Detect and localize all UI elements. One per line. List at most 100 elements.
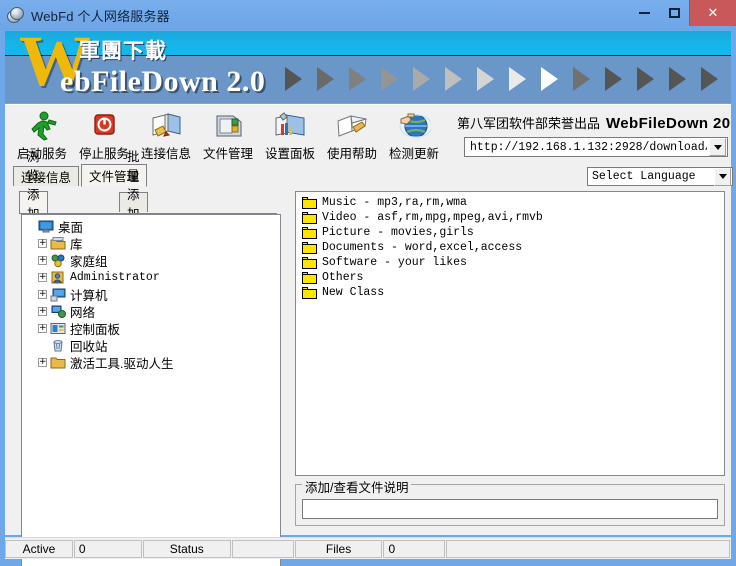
status-cell-4 — [231, 539, 294, 558]
status-cell-2: 0 — [73, 539, 142, 558]
banner-arrow — [541, 67, 558, 91]
list-item-label: Software - your likes — [322, 256, 467, 269]
main-toolbar: 启动服务 停止服务 连接信息 文件管理 设置面板 使用帮助 检测更新 第八军团软… — [5, 104, 731, 164]
banner-arrow — [349, 67, 366, 91]
tree-expander-icon[interactable]: + — [38, 307, 47, 316]
chevron-down-icon — [713, 144, 722, 150]
toolbar-button-4[interactable]: 文件管理 — [197, 107, 259, 163]
list-item[interactable]: New Class — [296, 285, 724, 300]
tree-node[interactable]: + 激活工具.驱动人生 — [26, 354, 280, 371]
status-cell-7 — [446, 539, 730, 558]
brand-english: WebFileDown 200 — [606, 115, 731, 132]
tree-expander-icon[interactable]: + — [38, 239, 47, 248]
list-item-label: Others — [322, 271, 364, 284]
folder-icon — [302, 286, 317, 299]
tree-expander-icon[interactable]: + — [38, 256, 47, 265]
running-man-icon — [25, 110, 59, 142]
toolbar-button-6[interactable]: 使用帮助 — [321, 107, 383, 163]
language-select[interactable]: Select Language — [587, 167, 733, 186]
tree-expander-icon[interactable]: + — [38, 290, 47, 299]
network-icon — [50, 304, 66, 319]
tree-node[interactable]: + 网络 — [26, 303, 280, 320]
subtab-batch-add-file[interactable]: 批量添加文件 — [119, 150, 148, 259]
close-button[interactable]: ✕ — [689, 0, 736, 26]
file-class-list[interactable]: Music - mp3,ra,rm,wma Video - asf,rm,mpg,… — [295, 191, 725, 476]
list-item[interactable]: Software - your likes — [296, 255, 724, 270]
file-description-input[interactable] — [303, 500, 717, 518]
tree-node[interactable]: + 控制面板 — [26, 320, 280, 337]
list-item[interactable]: Picture - movies,girls — [296, 225, 724, 240]
banner-arrow — [285, 67, 302, 91]
chevron-down-icon — [718, 174, 727, 179]
folder-icon — [50, 355, 66, 370]
folder-tree-panel[interactable]: 桌面 + 库 + 家庭组 + Administrator + 计算机 + 网络 + 控制面板… — [21, 214, 281, 566]
toolbar-button-5[interactable]: 设置面板 — [259, 107, 321, 163]
status-cell-1: Active — [5, 539, 73, 558]
application-window: WebFd 个人网络服务器 ✕ W 軍團下載 ebFileDown 2.0 启动… — [0, 0, 736, 566]
language-select-value: Select Language — [592, 170, 696, 183]
banner-arrow — [573, 67, 590, 91]
server-url-combobox[interactable] — [464, 137, 728, 157]
file-description-field[interactable] — [302, 499, 718, 519]
app-banner: W 軍團下載 ebFileDown 2.0 — [5, 31, 731, 103]
list-item[interactable]: Documents - word,excel,access — [296, 240, 724, 255]
tree-expander-icon[interactable]: + — [38, 324, 47, 333]
library-icon — [50, 236, 66, 251]
computer-icon — [50, 287, 66, 302]
list-item-label: Documents - word,excel,access — [322, 241, 523, 254]
folder-icon — [302, 196, 317, 209]
tree-node[interactable]: 回收站 — [26, 337, 280, 354]
banner-arrow — [605, 67, 622, 91]
tree-node[interactable]: + Administrator — [26, 269, 280, 286]
status-cell-5: Files — [294, 539, 383, 558]
tree-node[interactable]: + 计算机 — [26, 286, 280, 303]
list-item-label: Video - asf,rm,mpg,mpeg,avi,rmvb — [322, 211, 543, 224]
tree-expander-icon[interactable]: + — [38, 273, 47, 282]
list-item[interactable]: Others — [296, 270, 724, 285]
logo-chinese-title: 軍團下載 — [79, 40, 167, 63]
window-title: WebFd 个人网络服务器 — [31, 8, 170, 24]
toolbar-button-1[interactable]: 启动服务 — [11, 107, 73, 163]
subtab-browse-add-file[interactable]: 浏览添加文件 — [19, 150, 48, 259]
desktop-icon — [38, 219, 54, 234]
minimize-button[interactable] — [629, 0, 659, 26]
folder-icon — [302, 256, 317, 269]
status-cell-3: Status — [142, 539, 231, 558]
toolbar-button-label: 检测更新 — [388, 147, 439, 161]
tools-panel-icon — [273, 110, 307, 142]
list-item-label: Picture - movies,girls — [322, 226, 474, 239]
folder-icon — [302, 241, 317, 254]
toolbar-button-label: 连接信息 — [140, 147, 191, 161]
recycle-bin-icon — [50, 338, 66, 353]
list-item-label: New Class — [322, 286, 385, 299]
toolbar-button-label: 使用帮助 — [326, 147, 377, 161]
tree-node-label: 激活工具.驱动人生 — [70, 357, 174, 371]
language-dropdown-button[interactable] — [714, 167, 731, 186]
file-description-title: 添加/查看文件说明 — [302, 477, 412, 496]
logo-product-name: ebFileDown 2.0 — [60, 65, 266, 98]
tree-node-label: 家庭组 — [70, 255, 108, 269]
homegroup-icon — [50, 253, 66, 268]
banner-arrow — [701, 67, 718, 91]
file-folder-icon — [211, 110, 245, 142]
tree-node[interactable]: + 库 — [26, 235, 280, 252]
tree-node[interactable]: + 家庭组 — [26, 252, 280, 269]
tree-node[interactable]: 桌面 — [26, 218, 280, 235]
maximize-button[interactable] — [659, 0, 689, 26]
server-url-input[interactable] — [468, 138, 709, 156]
globe-hand-icon — [397, 110, 433, 142]
list-item[interactable]: Music - mp3,ra,rm,wma — [296, 195, 724, 210]
list-item-label: Music - mp3,ra,rm,wma — [322, 196, 467, 209]
main-tab-strip: 连接信息 文件管理 Select Language — [5, 164, 733, 188]
toolbar-button-2[interactable]: 停止服务 — [73, 107, 135, 163]
list-item[interactable]: Video - asf,rm,mpg,mpeg,avi,rmvb — [296, 210, 724, 225]
brand-chinese: 第八军团软件部荣誉出品 — [457, 116, 601, 131]
toolbar-button-label: 设置面板 — [264, 147, 315, 161]
url-dropdown-button[interactable] — [709, 138, 726, 156]
toolbar-button-3[interactable]: 连接信息 — [135, 107, 197, 163]
tab-connection-info[interactable]: 连接信息 — [13, 166, 79, 186]
content-panel: 浏览添加文件 批量添加文件 桌面+ 库+ 家庭组+ Administrator+… — [5, 150, 731, 566]
tree-expander-icon[interactable]: + — [38, 358, 47, 367]
file-description-groupbox: 添加/查看文件说明 — [295, 477, 725, 526]
toolbar-button-7[interactable]: 检测更新 — [383, 107, 445, 163]
